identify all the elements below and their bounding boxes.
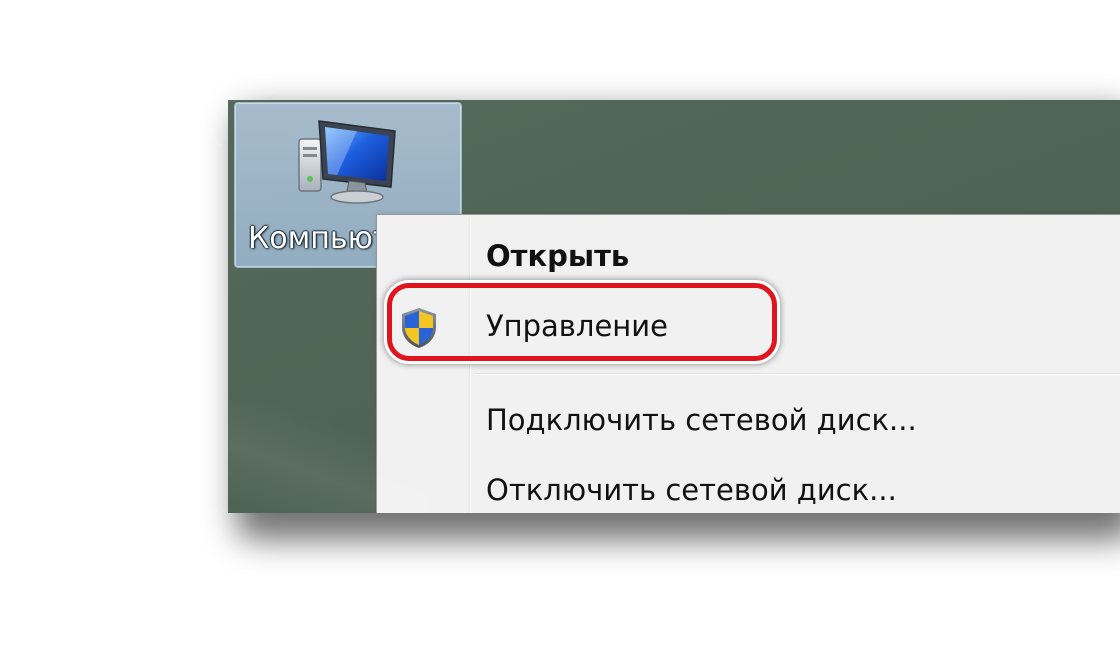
menu-item-disconnect-network-drive[interactable]: Отключить сетевой диск... — [377, 455, 1120, 513]
annotation-highlight-ring — [387, 283, 777, 361]
computer-icon — [298, 120, 396, 204]
menu-item-disconnect-network-drive-label: Отключить сетевой диск... — [486, 473, 897, 507]
menu-item-map-network-drive[interactable]: Подключить сетевой диск... — [377, 385, 1120, 455]
menu-item-open[interactable]: Открыть — [377, 221, 1120, 291]
menu-item-open-label: Открыть — [486, 239, 630, 273]
menu-separator — [475, 373, 1120, 375]
desktop-area[interactable]: Компьютер Открыть Управление Подключить … — [228, 100, 1120, 513]
menu-item-map-network-drive-label: Подключить сетевой диск... — [486, 403, 917, 437]
context-menu: Открыть Управление Подключить сетевой ди… — [376, 214, 1120, 513]
